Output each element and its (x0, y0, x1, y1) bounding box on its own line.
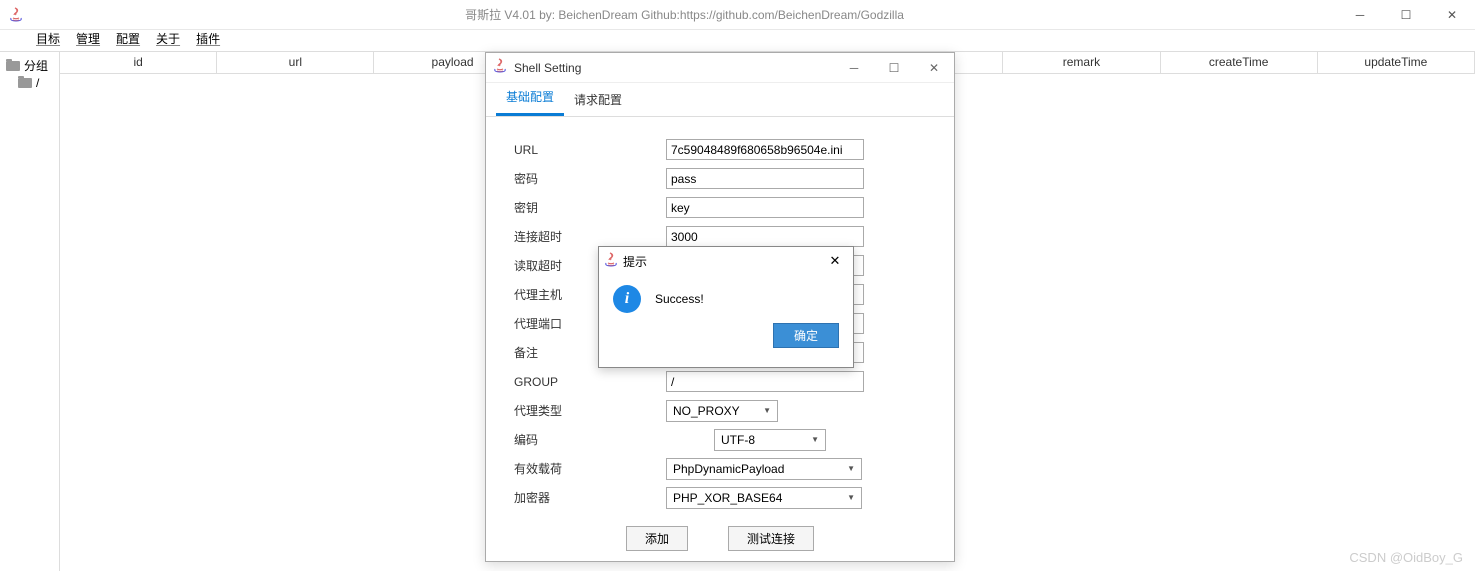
alert-close-button[interactable]: ✕ (821, 253, 849, 269)
dialog-tabs: 基础配置 请求配置 (486, 83, 954, 117)
select-payload[interactable]: PhpDynamicPayload (666, 458, 862, 480)
menu-about[interactable]: 关于 (150, 28, 186, 49)
input-password[interactable] (666, 168, 864, 189)
window-title: 哥斯拉 V4.01 by: BeichenDream Github:https:… (32, 6, 1337, 23)
dialog-close-button[interactable]: ✕ (914, 53, 954, 83)
label-conn-timeout: 连接超时 (514, 228, 666, 245)
select-cryption[interactable]: PHP_XOR_BASE64 (666, 487, 862, 509)
select-encoding[interactable]: UTF-8 (714, 429, 826, 451)
alert-dialog: 提示 ✕ i Success! 确定 (598, 246, 854, 368)
tab-request[interactable]: 请求配置 (564, 83, 632, 116)
tree-root[interactable]: / (4, 75, 55, 91)
label-encoding: 编码 (514, 431, 714, 448)
add-button[interactable]: 添加 (626, 526, 688, 551)
test-connection-button[interactable]: 测试连接 (728, 526, 814, 551)
close-button[interactable]: ✕ (1429, 0, 1475, 30)
input-group[interactable] (666, 371, 864, 392)
folder-icon (6, 61, 20, 71)
label-payload: 有效载荷 (514, 460, 666, 477)
col-url[interactable]: url (217, 52, 374, 73)
folder-icon (18, 78, 32, 88)
input-url[interactable] (666, 139, 864, 160)
select-proxy-type[interactable]: NO_PROXY (666, 400, 778, 422)
info-icon: i (613, 285, 641, 313)
tree-group[interactable]: 分组 (4, 56, 55, 75)
label-url: URL (514, 143, 666, 157)
tree-root-label: / (36, 76, 39, 90)
java-icon (603, 252, 619, 271)
main-titlebar: 哥斯拉 V4.01 by: BeichenDream Github:https:… (0, 0, 1475, 30)
col-updatetime[interactable]: updateTime (1318, 52, 1475, 73)
label-group: GROUP (514, 375, 666, 389)
dialog-titlebar: Shell Setting ─ ☐ ✕ (486, 53, 954, 83)
alert-message: Success! (655, 292, 704, 306)
menu-config[interactable]: 配置 (110, 28, 146, 49)
menubar: 目标 管理 配置 关于 插件 (0, 30, 1475, 52)
col-id[interactable]: id (60, 52, 217, 73)
col-createtime[interactable]: createTime (1161, 52, 1318, 73)
dialog-maximize-button[interactable]: ☐ (874, 53, 914, 83)
maximize-button[interactable]: ☐ (1383, 0, 1429, 30)
dialog-minimize-button[interactable]: ─ (834, 53, 874, 83)
input-conn-timeout[interactable] (666, 226, 864, 247)
watermark: CSDN @OidBoy_G (1349, 550, 1463, 565)
sidebar: 分组 / (0, 52, 60, 571)
tab-basic[interactable]: 基础配置 (496, 80, 564, 116)
java-icon (492, 58, 508, 77)
dialog-title: Shell Setting (514, 61, 581, 75)
menu-target[interactable]: 目标 (30, 28, 66, 49)
label-proxy-type: 代理类型 (514, 402, 666, 419)
label-cryption: 加密器 (514, 489, 666, 506)
alert-title: 提示 (623, 253, 647, 270)
label-key: 密钥 (514, 199, 666, 216)
minimize-button[interactable]: ─ (1337, 0, 1383, 30)
label-password: 密码 (514, 170, 666, 187)
menu-plugin[interactable]: 插件 (190, 28, 226, 49)
tree-group-label: 分组 (24, 57, 48, 74)
java-icon (8, 7, 24, 23)
menu-manage[interactable]: 管理 (70, 28, 106, 49)
alert-ok-button[interactable]: 确定 (773, 323, 839, 348)
col-remark[interactable]: remark (1003, 52, 1160, 73)
input-key[interactable] (666, 197, 864, 218)
